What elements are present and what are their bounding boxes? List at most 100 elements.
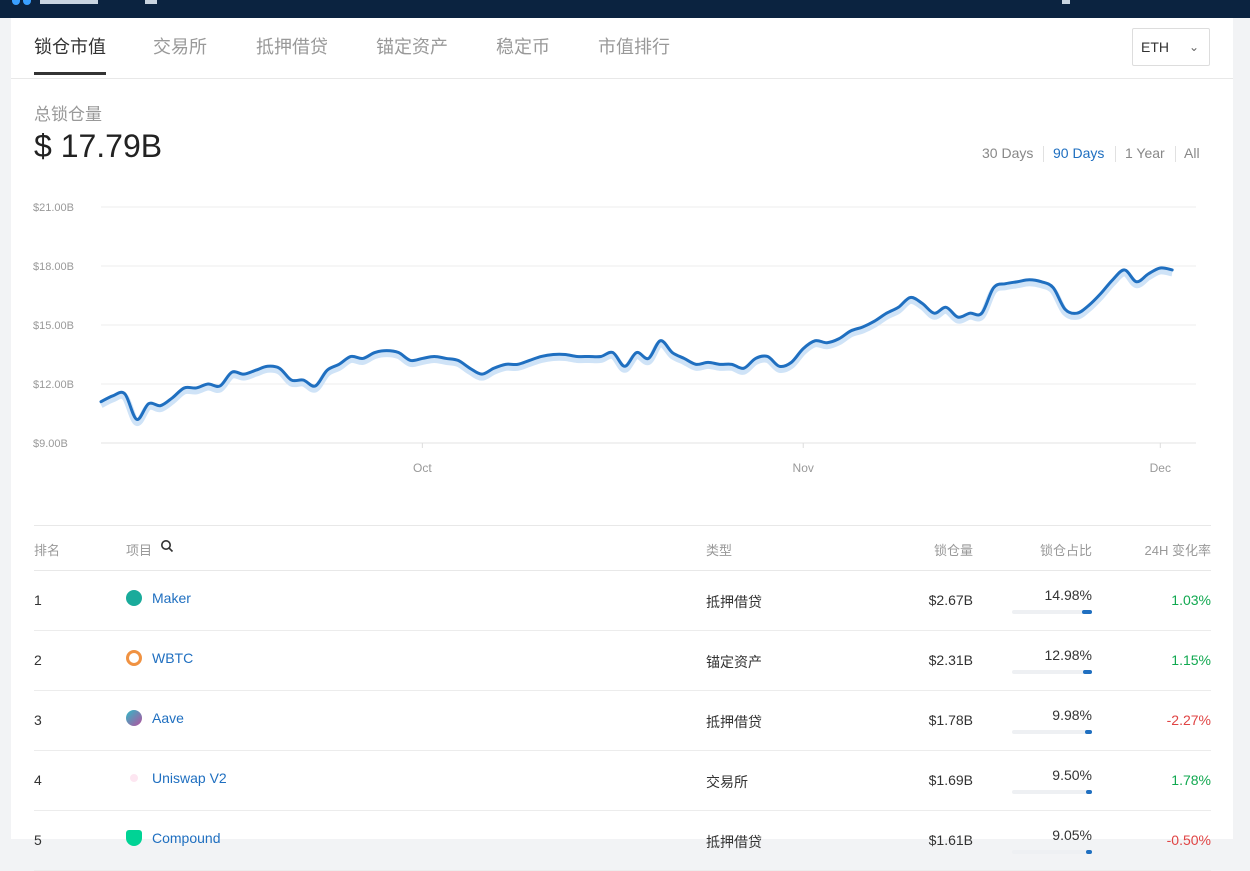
table-row[interactable]: 3 Aave 抵押借贷 $1.78B 9.98% -2.27% xyxy=(34,690,1211,751)
header-tvl[interactable]: 锁仓量 xyxy=(896,540,973,559)
range-divider xyxy=(1043,146,1044,162)
row-tvl: $2.67B xyxy=(928,592,973,608)
x-tick-label: Nov xyxy=(793,461,814,475)
y-tick-label: $21.00B xyxy=(33,202,74,214)
range-1-year[interactable]: 1 Year xyxy=(1125,145,1165,161)
row-share: 9.50% xyxy=(1052,767,1092,783)
row-type: 抵押借贷 xyxy=(706,594,762,610)
share-bar xyxy=(1012,670,1092,674)
share-bar-fill xyxy=(1082,610,1092,614)
row-tvl: $2.31B xyxy=(928,652,973,668)
tvl-chart-svg: $21.00B $18.00B $15.00B $12.00B $9.00B Oct Nov… xyxy=(33,202,1196,475)
tab-lending[interactable]: 抵押借贷 xyxy=(256,36,328,76)
row-type: 抵押借贷 xyxy=(706,714,762,730)
total-tvl-value: $ 17.79B xyxy=(34,128,163,164)
header-project: 项目 xyxy=(126,543,153,558)
project-link[interactable]: Uniswap V2 xyxy=(152,770,227,786)
nav-user-icon[interactable] xyxy=(1062,0,1070,4)
maker-icon xyxy=(126,590,142,606)
row-project: WBTC xyxy=(126,650,193,666)
row-change: 1.15% xyxy=(1171,652,1211,668)
y-tick-label: $15.00B xyxy=(33,320,74,332)
nav-menu-icon[interactable] xyxy=(145,0,157,4)
y-tick-label: $18.00B xyxy=(33,261,74,273)
defi-tvl-panel: 锁仓市值 交易所 抵押借贷 锚定资产 稳定币 市值排行 ETH ⌄ 总锁仓量 $… xyxy=(11,18,1233,871)
range-30-days[interactable]: 30 Days xyxy=(982,145,1033,161)
series-line-tvl[interactable] xyxy=(99,266,1174,421)
range-all[interactable]: All xyxy=(1184,145,1200,161)
tvl-line-chart: $21.00B $18.00B $15.00B $12.00B $9.00B Oct Nov… xyxy=(11,193,1233,483)
row-type: 抵押借贷 xyxy=(706,834,762,850)
row-share: 14.98% xyxy=(1044,587,1092,603)
row-share: 12.98% xyxy=(1044,647,1092,663)
header-type: 类型 xyxy=(706,543,733,558)
row-change: -2.27% xyxy=(1166,712,1211,728)
project-link[interactable]: Aave xyxy=(152,710,184,726)
top-nav-bar xyxy=(0,0,1250,18)
table-row[interactable]: 5 Compound 抵押借贷 $1.61B 9.05% -0.50% xyxy=(34,810,1211,871)
share-bar xyxy=(1012,790,1092,794)
share-bar-fill xyxy=(1085,850,1092,854)
share-bar xyxy=(1012,850,1092,854)
project-link[interactable]: Compound xyxy=(152,830,221,846)
share-bar xyxy=(1012,610,1092,614)
share-bar xyxy=(1012,730,1092,734)
row-change: 1.78% xyxy=(1171,772,1211,788)
total-tvl-label: 总锁仓量 xyxy=(34,105,102,124)
table-row[interactable]: 1 Maker 抵押借贷 $2.67B 14.98% 1.03% xyxy=(34,570,1211,631)
row-rank: 1 xyxy=(34,592,42,608)
row-type: 锚定资产 xyxy=(706,654,762,670)
tab-exchange[interactable]: 交易所 xyxy=(153,36,207,76)
row-tvl: $1.69B xyxy=(928,772,973,788)
share-bar-fill xyxy=(1085,730,1092,734)
row-share: 9.05% xyxy=(1052,827,1092,843)
row-rank: 4 xyxy=(34,772,42,788)
wbtc-icon xyxy=(126,650,142,666)
currency-select[interactable]: ETH ⌄ xyxy=(1132,28,1210,66)
currency-select-value: ETH xyxy=(1141,39,1169,55)
table-row[interactable]: 2 WBTC 锚定资产 $2.31B 12.98% 1.15% xyxy=(34,630,1211,691)
x-tick-label: Oct xyxy=(413,461,432,475)
range-90-days[interactable]: 90 Days xyxy=(1053,145,1104,161)
row-change: 1.03% xyxy=(1171,592,1211,608)
row-rank: 5 xyxy=(34,832,42,848)
row-project: Uniswap V2 xyxy=(126,770,227,786)
share-bar-fill xyxy=(1085,790,1092,794)
header-change[interactable]: 24H 变化率 xyxy=(1124,540,1211,559)
y-tick-label: $12.00B xyxy=(33,379,74,391)
project-link[interactable]: Maker xyxy=(152,590,191,606)
compound-icon xyxy=(126,830,142,846)
search-icon[interactable] xyxy=(160,539,174,556)
range-divider xyxy=(1175,146,1176,162)
range-divider xyxy=(1115,146,1116,162)
table-row[interactable]: 4 Uniswap V2 交易所 $1.69B 9.50% 1.78% xyxy=(34,750,1211,811)
uniswap-icon xyxy=(126,770,142,786)
tab-pegged-assets[interactable]: 锚定资产 xyxy=(376,36,448,76)
project-link[interactable]: WBTC xyxy=(152,650,193,666)
table-header: 排名 项目 类型 锁仓量 锁仓占比 24H 变化率 xyxy=(34,525,1211,571)
brand-logo-icon[interactable] xyxy=(12,0,31,6)
series-line-shadow xyxy=(99,267,1173,426)
row-type: 交易所 xyxy=(706,774,748,790)
tab-stablecoin[interactable]: 稳定币 xyxy=(496,36,550,76)
tab-tvl[interactable]: 锁仓市值 xyxy=(34,36,106,75)
row-rank: 3 xyxy=(34,712,42,728)
row-change: -0.50% xyxy=(1166,832,1211,848)
row-share: 9.98% xyxy=(1052,707,1092,723)
row-tvl: $1.61B xyxy=(928,832,973,848)
row-project: Compound xyxy=(126,830,221,846)
tab-market-cap-rank[interactable]: 市值排行 xyxy=(598,36,670,76)
share-bar-fill xyxy=(1083,670,1092,674)
y-tick-label: $9.00B xyxy=(33,438,68,450)
chevron-down-icon: ⌄ xyxy=(1188,40,1199,54)
aave-icon xyxy=(126,710,142,726)
category-tabs: 锁仓市值 交易所 抵押借贷 锚定资产 稳定币 市值排行 ETH ⌄ xyxy=(11,18,1233,79)
row-rank: 2 xyxy=(34,652,42,668)
x-tick-label: Dec xyxy=(1150,461,1171,475)
brand-logo-text[interactable] xyxy=(40,0,98,4)
row-tvl: $1.78B xyxy=(928,712,973,728)
header-share[interactable]: 锁仓占比 xyxy=(1012,540,1092,559)
header-rank: 排名 xyxy=(34,543,61,558)
row-project: Maker xyxy=(126,590,191,606)
row-project: Aave xyxy=(126,710,184,726)
